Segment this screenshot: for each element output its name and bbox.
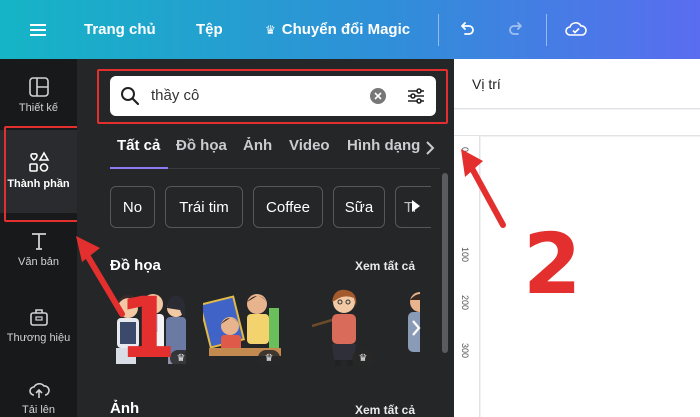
pro-crown-badge: ♛ [352,350,374,366]
rail-item-elements[interactable]: Thành phần [0,130,77,213]
annotation-number-2: 2 [523,215,582,313]
chevron-right-icon [412,320,421,336]
hamburger-icon [30,23,46,36]
section-title-photos: Ảnh [110,400,140,417]
see-all-photos-link[interactable]: Xem tất cả [355,403,415,417]
suggestion-chip[interactable]: Sữa [333,186,385,228]
rail-item-label: Thiết kế [18,102,59,114]
active-tab-indicator [110,167,168,169]
ruler-label: 200 [460,295,470,311]
editor-toolbar: Vị trí [454,59,700,109]
divider [438,14,439,46]
ruler-label: 300 [460,343,470,359]
home-menu[interactable]: Trang chủ [84,21,156,38]
horizontal-ruler [454,110,700,136]
tab-graphics[interactable]: Đồ họa [176,137,227,154]
magic-switch-label: Chuyển đổi Magic [281,21,411,38]
rail-item-uploads[interactable]: Tải lên [0,380,77,416]
undo-icon [461,22,474,35]
rail-item-label: Tải lên [21,404,56,416]
panel-scrollbar[interactable] [440,165,450,417]
crown-icon: ♛ [358,352,368,364]
position-button[interactable]: Vị trí [472,76,501,92]
see-all-graphics-link[interactable]: Xem tất cả [355,259,415,273]
redo-icon [509,22,522,35]
crown-icon: ♛ [265,22,276,37]
divider [546,14,547,46]
tab-video[interactable]: Video [289,137,330,154]
cloud-save-button[interactable] [561,14,591,44]
layout-icon [28,77,49,97]
chips-next-icon[interactable] [410,198,422,214]
rail-item-label: Văn bản [18,256,59,268]
menu-button[interactable] [18,10,58,50]
search-box[interactable]: thầy cô [110,76,436,116]
text-icon [31,233,46,250]
search-input[interactable]: thầy cô [151,87,199,104]
redo-button[interactable] [501,14,531,44]
undo-button[interactable] [452,14,482,44]
rail-item-brand[interactable]: Thương hiệu [0,306,77,344]
annotation-number-1: 1 [118,279,177,377]
shapes-icon [28,151,49,172]
crown-icon: ♛ [176,352,186,364]
scrollbar-thumb[interactable] [442,173,448,353]
rail-item-text[interactable]: Văn bản [0,230,77,268]
magic-switch-menu[interactable]: ♛ Chuyển đổi Magic [265,21,410,38]
suggestion-chip[interactable]: No [110,186,155,228]
category-tabs: Tất cả Đồ họa Ảnh Video Hình dạng [110,137,440,169]
filter-icon[interactable] [406,86,426,106]
tab-shapes[interactable]: Hình dạng [347,137,420,154]
top-bar: Trang chủ Tệp ♛ Chuyển đổi Magic [0,0,700,59]
rail-item-design[interactable]: Thiết kế [0,76,77,114]
tab-all[interactable]: Tất cả [117,137,160,154]
crown-icon: ♛ [264,352,274,364]
upload-icon [28,382,50,398]
tabs-next-icon[interactable] [424,140,436,156]
file-menu[interactable]: Tệp [196,21,223,38]
suggestion-chip[interactable]: Coffee [253,186,323,228]
pro-crown-badge: ♛ [258,350,280,366]
ruler-label: 100 [460,247,470,263]
suggestion-chip[interactable]: Trái tim [165,186,243,228]
graphics-next-button[interactable] [404,308,428,348]
search-icon [121,87,140,106]
rail-item-label: Thành phần [7,178,70,190]
annotation-arrow-2 [461,149,506,228]
brand-icon [29,309,48,326]
rail-item-label: Thương hiệu [6,332,71,344]
tab-photos[interactable]: Ảnh [243,137,272,154]
clear-search-icon[interactable] [370,88,386,104]
cloud-check-icon [565,22,587,36]
